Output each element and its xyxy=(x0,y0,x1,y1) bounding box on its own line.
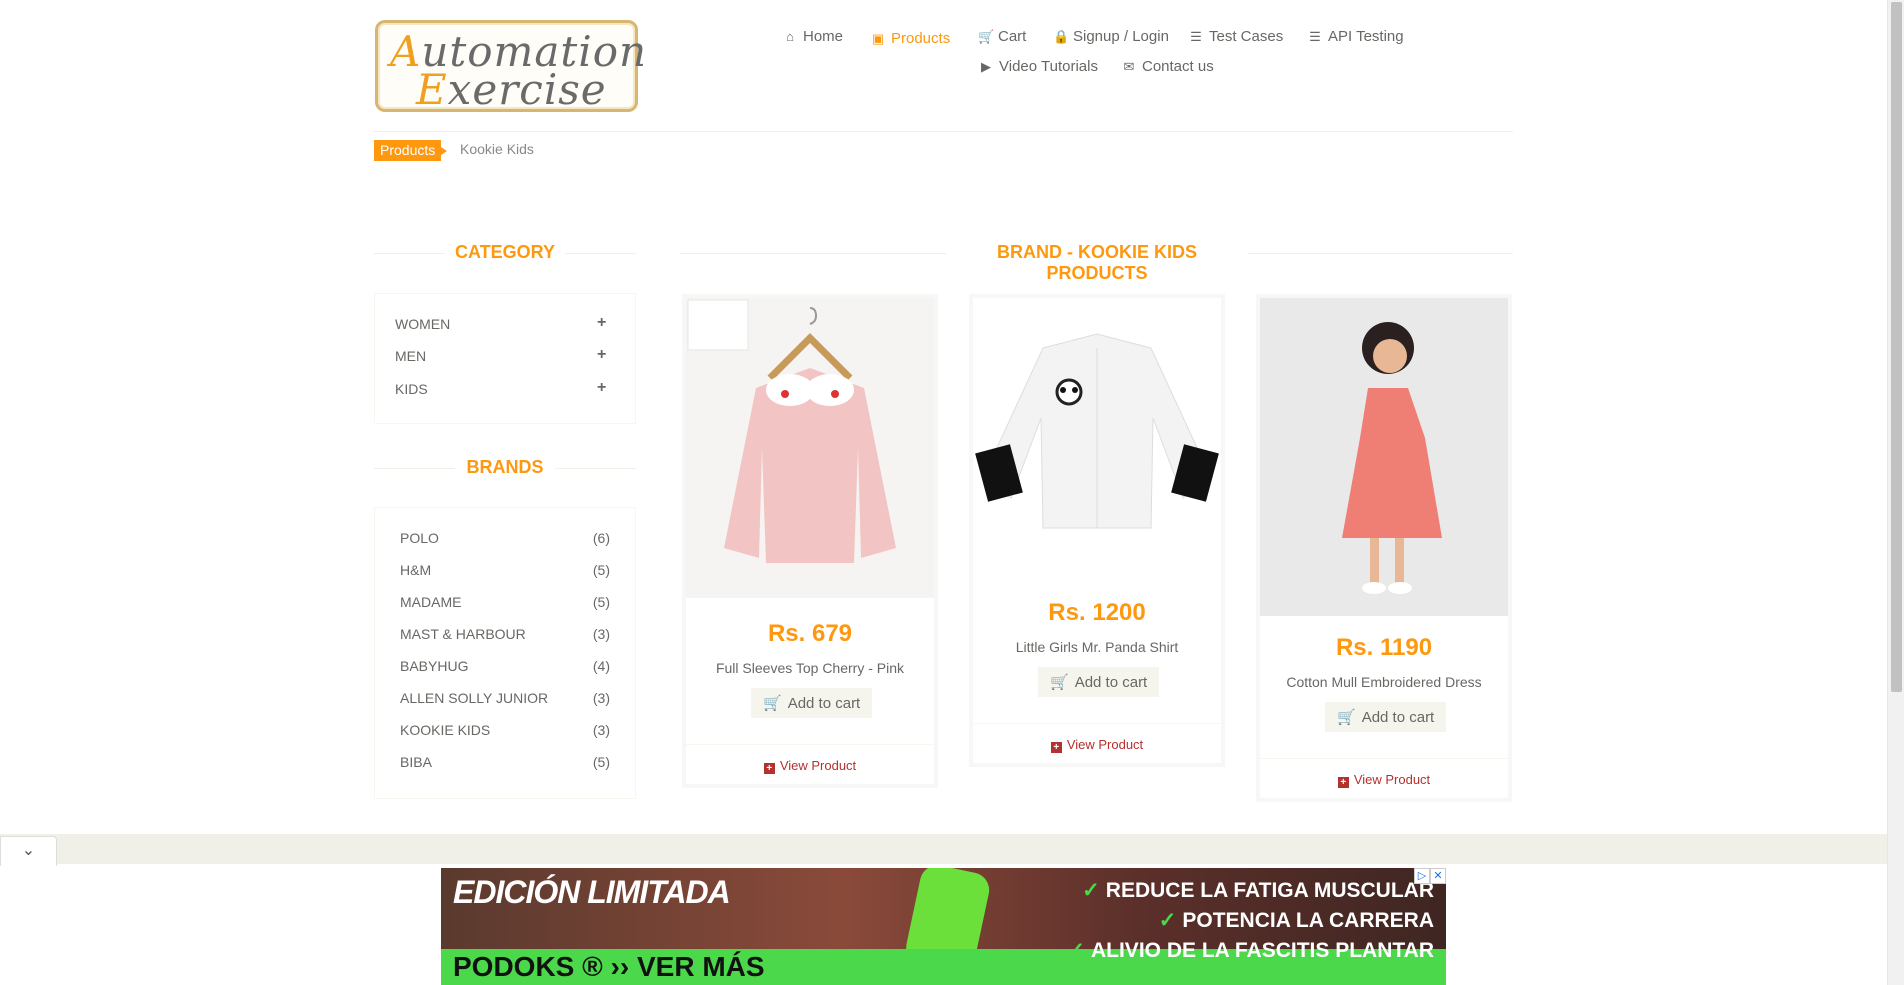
brands-panel: Polo (6) H&M (5) Madame (5) Mast & Harbo… xyxy=(374,507,636,799)
product-price: Rs. 679 xyxy=(767,620,853,647)
nav-products[interactable]: ▣ Products xyxy=(871,30,950,47)
plus-icon[interactable]: + xyxy=(597,379,606,397)
ad-collapse-toggle[interactable]: ⌄ xyxy=(0,836,57,866)
check-icon: ✓ xyxy=(1067,939,1085,962)
brand-count: (3) xyxy=(592,722,610,738)
brand-biba[interactable]: Biba xyxy=(400,754,432,770)
brand-count: (5) xyxy=(592,754,610,770)
products-title: Brand - Kookie Kids Products xyxy=(946,242,1248,284)
site-logo[interactable]: Automation Exercise xyxy=(375,20,646,114)
nav-home[interactable]: ⌂ Home xyxy=(783,28,843,45)
product-name: Full Sleeves Top Cherry - Pink xyxy=(715,660,905,676)
home-icon: ⌂ xyxy=(786,29,794,44)
lock-icon: 🔒 xyxy=(1053,28,1070,44)
list-icon: ☰ xyxy=(1309,28,1321,44)
cart-icon: 🛒 xyxy=(1050,674,1069,691)
advertisement-banner[interactable]: EDICIÓN LIMITADA PODOKS ® ›› VER MÁS ✓ RE… xyxy=(441,868,1446,985)
view-product-link[interactable]: + View Product xyxy=(686,758,934,774)
brand-hm[interactable]: H&M xyxy=(400,562,431,578)
brands-title: Brands xyxy=(455,457,555,478)
page-scrollbar[interactable] xyxy=(1887,0,1904,985)
ad-cta[interactable]: PODOKS ® ›› VER MÁS xyxy=(453,951,765,983)
brand-count: (3) xyxy=(592,626,610,642)
nav-signup-login[interactable]: 🔒 Signup / Login xyxy=(1053,28,1169,45)
nav-api-testing[interactable]: ☰ API Testing xyxy=(1308,28,1403,45)
category-kids[interactable]: Kids xyxy=(395,381,428,397)
ad-bullet: ✓ POTENCIA LA CARRERA xyxy=(1158,909,1434,932)
product-card: Rs. 1200 Little Girls Mr. Panda Shirt 🛒 A… xyxy=(969,294,1225,767)
product-card: Rs. 1190 Cotton Mull Embroidered Dress 🛒… xyxy=(1256,294,1512,802)
product-name: Little Girls Mr. Panda Shirt xyxy=(1015,639,1179,655)
scrollbar-thumb[interactable] xyxy=(1891,2,1902,692)
category-title: Category xyxy=(445,242,565,263)
brand-count: (5) xyxy=(592,594,610,610)
envelope-icon: ✉ xyxy=(1123,58,1135,74)
brand-count: (5) xyxy=(592,562,610,578)
youtube-icon: ▶ xyxy=(981,58,991,74)
header-divider xyxy=(373,131,1513,132)
logo-line-2: Exercise xyxy=(416,65,607,114)
panda-shirt-image[interactable] xyxy=(973,298,1221,578)
cart-icon: 🛒 xyxy=(978,28,995,44)
chevron-down-icon: ⌄ xyxy=(21,842,36,859)
ad-controls: ▷ ✕ xyxy=(1414,868,1446,884)
nav-contact-us[interactable]: ✉ Contact us xyxy=(1122,58,1214,75)
ad-bullet: ✓ REDUCE LA FATIGA MUSCULAR xyxy=(1082,879,1434,902)
add-to-cart-button[interactable]: 🛒 Add to cart xyxy=(751,688,873,718)
brand-polo[interactable]: Polo xyxy=(400,530,439,546)
product-name: Cotton Mull Embroidered Dress xyxy=(1286,674,1482,690)
brand-babyhug[interactable]: Babyhug xyxy=(400,658,468,674)
view-product-link[interactable]: + View Product xyxy=(973,737,1221,753)
breadcrumb-products[interactable]: Products xyxy=(374,140,448,161)
brand-count: (6) xyxy=(592,530,610,546)
plus-square-icon: + xyxy=(1050,742,1062,753)
products-icon: ▣ xyxy=(871,30,885,46)
dress-image[interactable] xyxy=(1260,298,1508,616)
card-divider xyxy=(686,744,934,745)
product-price: Rs. 1200 xyxy=(1048,599,1146,626)
brand-madame[interactable]: Madame xyxy=(400,594,461,610)
breadcrumb-current: Kookie Kids xyxy=(460,141,534,157)
nav-cart[interactable]: 🛒 Cart xyxy=(978,28,1026,45)
ad-bullet: ✓ ALIVIO DE LA FASCITIS PLANTAR xyxy=(1067,939,1434,962)
add-to-cart-button[interactable]: 🛒 Add to cart xyxy=(1325,702,1447,732)
nav-test-cases[interactable]: ☰ Test Cases xyxy=(1189,28,1283,45)
brand-mast-harbour[interactable]: Mast & Harbour xyxy=(400,626,526,642)
card-divider xyxy=(973,723,1221,724)
check-icon: ✓ xyxy=(1158,909,1177,932)
plus-icon[interactable]: + xyxy=(597,346,606,364)
ad-close-icon[interactable]: ✕ xyxy=(1430,868,1446,884)
brand-kookie-kids[interactable]: Kookie Kids xyxy=(400,722,490,738)
plus-square-icon: + xyxy=(1337,777,1349,788)
cart-icon: 🛒 xyxy=(1337,709,1356,726)
category-women[interactable]: Women xyxy=(395,316,450,332)
brand-count: (3) xyxy=(592,690,610,706)
list-icon: ☰ xyxy=(1190,28,1202,44)
check-icon: ✓ xyxy=(1082,879,1100,902)
view-product-link[interactable]: + View Product xyxy=(1260,772,1508,788)
add-to-cart-button[interactable]: 🛒 Add to cart xyxy=(1038,667,1160,697)
pink-top-image[interactable] xyxy=(686,298,934,598)
category-panel: Women + Men + Kids + xyxy=(374,293,636,424)
ad-info-icon[interactable]: ▷ xyxy=(1414,868,1430,884)
cart-icon: 🛒 xyxy=(763,695,782,712)
plus-icon[interactable]: + xyxy=(597,314,606,332)
product-price: Rs. 1190 xyxy=(1335,634,1433,661)
plus-square-icon: + xyxy=(763,763,775,774)
ad-headline: EDICIÓN LIMITADA xyxy=(453,874,731,910)
category-men[interactable]: Men xyxy=(395,348,426,364)
brand-count: (4) xyxy=(592,658,610,674)
brand-allen-solly-junior[interactable]: Allen Solly Junior xyxy=(400,690,548,706)
card-divider xyxy=(1260,758,1508,759)
ad-bullets: ✓ REDUCE LA FATIGA MUSCULAR ✓ POTENCIA LA … xyxy=(1067,876,1434,966)
ad-strip xyxy=(0,834,1887,864)
nav-video-tutorials[interactable]: ▶ Video Tutorials xyxy=(979,58,1098,75)
product-card: Rs. 679 Full Sleeves Top Cherry - Pink 🛒… xyxy=(682,294,938,788)
